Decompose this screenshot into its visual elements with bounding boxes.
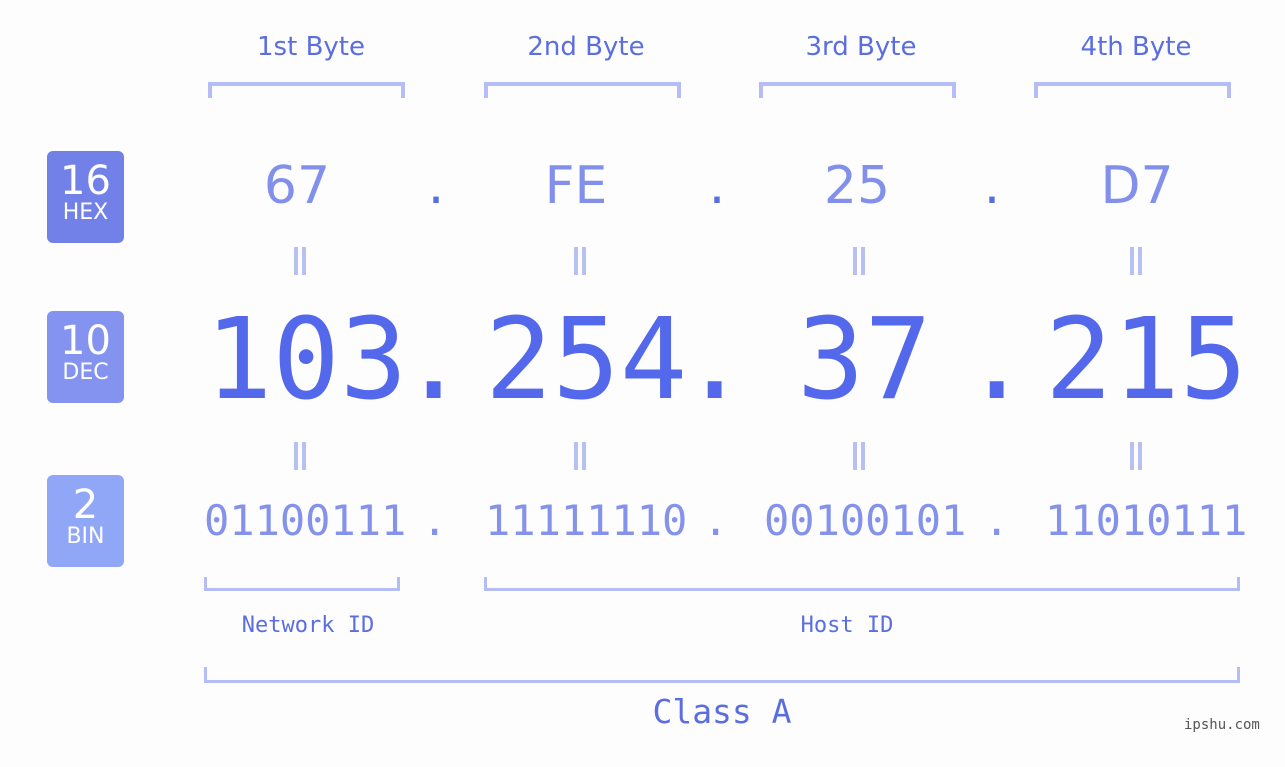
equals-icon (1126, 247, 1146, 275)
watermark: ipshu.com (1184, 717, 1260, 733)
byte-bracket-2 (484, 82, 681, 98)
byte-header-1: 1st Byte (257, 32, 365, 62)
bin-label: BIN (66, 524, 105, 549)
dec-separator-2: . (681, 295, 749, 425)
bin-base: 2 (72, 482, 99, 528)
byte-bracket-3 (759, 82, 956, 98)
bin-value-4: 11010111 (1045, 496, 1248, 545)
dec-label: DEC (62, 360, 109, 385)
bin-separator-1: . (422, 496, 448, 545)
dec-value-1: 103 (205, 295, 408, 425)
bin-separator-2: . (703, 496, 729, 545)
bin-value-1: 01100111 (204, 496, 407, 545)
dec-value-2: 254 (485, 295, 688, 425)
equals-icon (849, 442, 869, 470)
hex-badge: 16 HEX (47, 151, 124, 243)
hex-value-2: FE (544, 156, 608, 216)
dec-separator-1: . (400, 295, 468, 425)
byte-header-2: 2nd Byte (527, 32, 645, 62)
equals-icon (570, 247, 590, 275)
network-id-label: Network ID (241, 613, 375, 638)
dec-value-4: 215 (1045, 295, 1248, 425)
hex-label: HEX (62, 200, 109, 225)
hex-separator-3: . (983, 156, 1001, 216)
equals-icon (290, 247, 310, 275)
hex-base: 16 (60, 158, 111, 204)
hex-value-4: D7 (1100, 156, 1174, 216)
equals-icon (849, 247, 869, 275)
network-id-bracket (204, 577, 400, 591)
class-bracket (204, 667, 1240, 683)
hex-value-3: 25 (823, 156, 891, 216)
byte-bracket-4 (1034, 82, 1231, 98)
dec-base: 10 (60, 318, 111, 364)
hex-separator-1: . (427, 156, 445, 216)
byte-header-4: 4th Byte (1080, 32, 1192, 62)
bin-separator-3: . (984, 496, 1010, 545)
dec-value-3: 37 (797, 295, 932, 425)
dec-separator-3: . (963, 295, 1031, 425)
equals-icon (290, 442, 310, 470)
host-id-label: Host ID (800, 613, 894, 638)
class-label: Class A (652, 692, 792, 731)
byte-header-3: 3rd Byte (805, 32, 917, 62)
host-id-bracket (484, 577, 1240, 591)
equals-icon (570, 442, 590, 470)
dec-badge: 10 DEC (47, 311, 124, 403)
equals-icon (1126, 442, 1146, 470)
bin-value-2: 11111110 (485, 496, 688, 545)
bin-value-3: 00100101 (764, 496, 967, 545)
bin-badge: 2 BIN (47, 475, 124, 567)
hex-separator-2: . (708, 156, 726, 216)
byte-bracket-1 (208, 82, 405, 98)
hex-value-1: 67 (263, 156, 331, 216)
